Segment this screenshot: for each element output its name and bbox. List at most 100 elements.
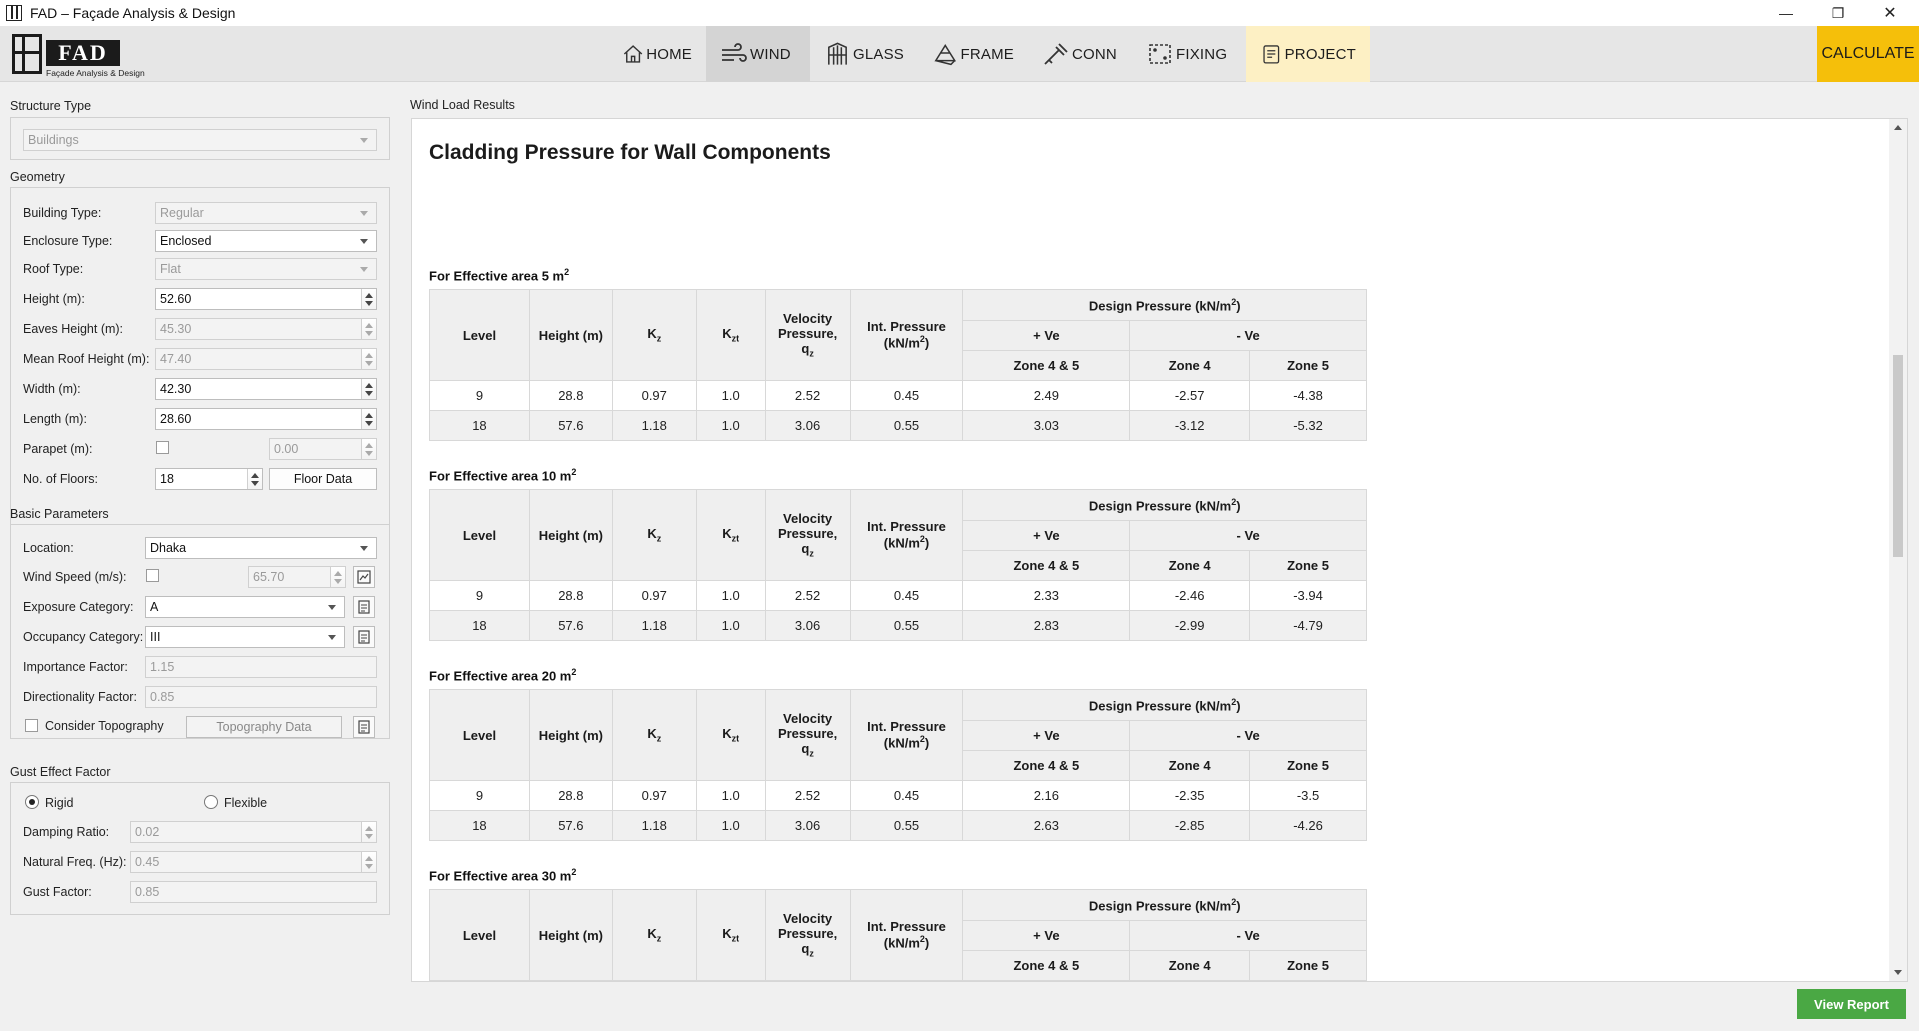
location-label: Location:	[23, 541, 74, 555]
occupancy-category-select[interactable]: III	[145, 626, 345, 648]
kzt-header: Kzt	[695, 889, 766, 981]
natural-freq-label: Natural Freq. (Hz):	[23, 855, 127, 869]
gust-factor-input[interactable]: 0.85	[130, 881, 377, 903]
importance-factor-input[interactable]: 1.15	[145, 656, 377, 678]
maximize-button[interactable]: ❐	[1815, 0, 1861, 26]
wind-speed-checkbox[interactable]	[146, 569, 159, 582]
exposure-info-button[interactable]	[353, 596, 375, 618]
table-cell: 0.45	[849, 380, 964, 411]
floor-data-button[interactable]: Floor Data	[269, 468, 377, 490]
table-cell: 1.0	[695, 810, 766, 841]
directionality-factor-input[interactable]: 0.85	[145, 686, 377, 708]
table-cell: 18	[429, 810, 530, 841]
table-cell: 1.0	[695, 980, 766, 981]
tab-home[interactable]: HOME	[608, 26, 706, 82]
height-header: Height (m)	[528, 289, 613, 381]
minimize-button[interactable]: —	[1763, 0, 1809, 26]
topography-info-button[interactable]	[353, 716, 375, 738]
view-report-button[interactable]: View Report	[1797, 989, 1906, 1019]
structure-type-select[interactable]: Buildings	[23, 129, 377, 151]
mean-roof-height-input[interactable]: 47.40	[155, 348, 377, 370]
tab-wind[interactable]: WIND	[706, 26, 810, 82]
zone-4-header: Zone 4	[1129, 750, 1251, 781]
calculate-button[interactable]: CALCULATE	[1817, 26, 1919, 82]
roof-type-select[interactable]: Flat	[155, 258, 377, 280]
roof-type-label: Roof Type:	[23, 262, 84, 276]
table-row: 928.80.971.02.520.452.07-2.28-3.25	[429, 980, 1367, 981]
gust-factor-label: Gust Factor:	[23, 885, 92, 899]
damping-ratio-input[interactable]: 0.02	[130, 821, 377, 843]
table-cell: 9	[429, 980, 530, 981]
tab-project[interactable]: PROJECT	[1246, 26, 1370, 82]
wind-map-button[interactable]	[353, 566, 375, 588]
scroll-thumb[interactable]	[1893, 355, 1903, 557]
exposure-category-select[interactable]: A	[145, 596, 345, 618]
basic-parameters-group: Location: Dhaka Wind Speed (m/s): 65.70 …	[10, 524, 390, 739]
tab-fixing[interactable]: FIXING	[1132, 26, 1246, 82]
table-cell: 18	[429, 610, 530, 641]
table-cell: 28.8	[528, 980, 613, 981]
glass-icon	[828, 42, 847, 65]
positive-ve-header: + Ve	[962, 720, 1131, 751]
consider-topography-checkbox[interactable]	[25, 719, 38, 732]
tab-frame[interactable]: FRAME	[918, 26, 1028, 82]
negative-ve-header: - Ve	[1129, 520, 1367, 551]
document-icon	[358, 720, 370, 734]
width-input[interactable]: 42.30	[155, 378, 377, 400]
tab-glass[interactable]: GLASS	[810, 26, 918, 82]
eaves-height-input[interactable]: 45.30	[155, 318, 377, 340]
results-scrollbar[interactable]	[1889, 119, 1907, 981]
map-icon	[357, 570, 371, 584]
enclosure-type-select[interactable]: Enclosed	[155, 230, 377, 252]
effective-area-title: For Effective area 30 m2	[429, 867, 577, 884]
positive-ve-header: + Ve	[962, 520, 1131, 551]
cladding-pressure-table: Level Height (m) Kz Kzt Velocity Pressure, qz…	[429, 289, 1367, 441]
level-header: Level	[429, 489, 530, 581]
length-input[interactable]: 28.60	[155, 408, 377, 430]
wind-speed-input[interactable]: 65.70	[248, 566, 346, 588]
parapet-checkbox[interactable]	[156, 441, 169, 454]
height-input[interactable]: 52.60	[155, 288, 377, 310]
home-icon	[623, 45, 643, 63]
zone-4-header: Zone 4	[1129, 950, 1251, 981]
parapet-input[interactable]: 0.00	[269, 438, 377, 460]
design-pressure-header: Design Pressure (kN/m2)	[962, 689, 1367, 721]
scroll-up-icon[interactable]	[1894, 125, 1902, 130]
table-cell: 9	[429, 580, 530, 611]
zone-4-header: Zone 4	[1129, 350, 1251, 381]
int-pressure-header: Int. Pressure (kN/m2)	[849, 289, 964, 381]
table-cell: 9	[429, 380, 530, 411]
table-cell: 2.63	[962, 810, 1131, 841]
table-row: 18 57.6 1.18 1.0 3.06 0.55 3.03 -3.12 -5.32	[429, 410, 1367, 441]
positive-ve-header: + Ve	[962, 920, 1131, 951]
floors-input[interactable]: 18	[155, 468, 263, 490]
velocity-pressure-header: Velocity Pressure, qz	[764, 289, 851, 381]
table-cell: 57.6	[528, 610, 613, 641]
table-cell: 2.16	[962, 780, 1131, 811]
table-cell: 28.8	[528, 580, 613, 611]
building-type-select[interactable]: Regular	[155, 202, 377, 224]
close-button[interactable]: ✕	[1867, 0, 1913, 26]
effective-area-title: For Effective area 10 m2	[429, 467, 577, 484]
design-pressure-header: Design Pressure (kN/m2)	[962, 289, 1367, 321]
table-cell: -5.32	[1249, 410, 1367, 441]
table-cell: 18	[429, 410, 530, 441]
zone-5-header: Zone 5	[1249, 550, 1367, 581]
module-tabs: HOME WIND GLASS FRAME CONN FIXING PROJEC…	[608, 26, 1370, 82]
occupancy-info-button[interactable]	[353, 626, 375, 648]
location-select[interactable]: Dhaka	[145, 537, 377, 559]
tab-conn[interactable]: CONN	[1028, 26, 1132, 82]
table-cell: 2.52	[764, 580, 851, 611]
flexible-radio[interactable]	[204, 795, 218, 809]
table-cell: 1.0	[695, 780, 766, 811]
structure-type-group: Buildings	[10, 117, 390, 160]
rigid-radio[interactable]	[25, 795, 39, 809]
topography-data-button[interactable]: Topography Data	[186, 716, 342, 738]
table-cell: 3.06	[764, 610, 851, 641]
occupancy-category-label: Occupancy Category:	[23, 630, 144, 644]
scroll-down-icon[interactable]	[1894, 970, 1902, 975]
table-cell: -3.94	[1249, 580, 1367, 611]
negative-ve-header: - Ve	[1129, 920, 1367, 951]
natural-freq-input[interactable]: 0.45	[130, 851, 377, 873]
table-row: 9 28.8 0.97 1.0 2.52 0.45 2.16 -2.35 -3.5	[429, 780, 1367, 811]
